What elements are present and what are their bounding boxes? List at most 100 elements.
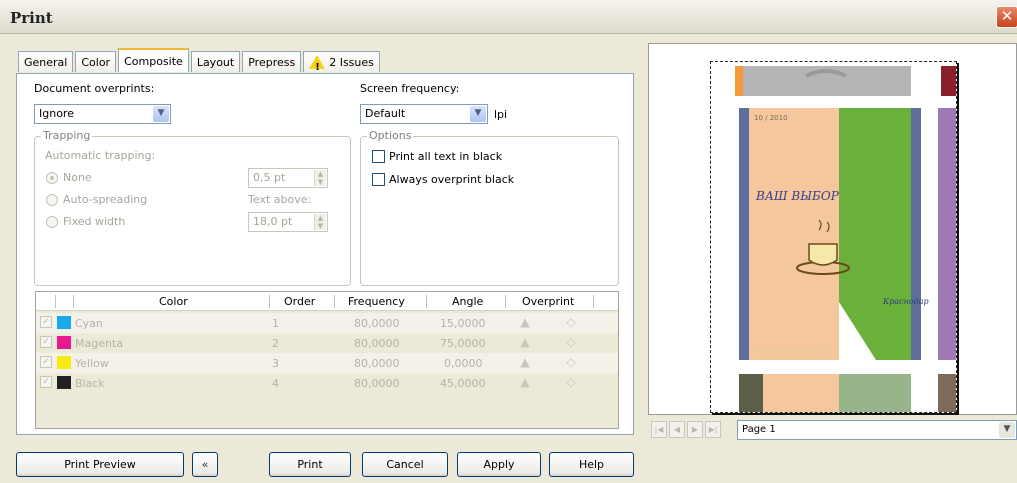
col-angle[interactable]: Angle (452, 295, 483, 308)
tab-strip: General Color Composite Layout Prepress … (18, 48, 382, 73)
first-page-icon[interactable]: |◀ (651, 421, 667, 438)
color-swatch (57, 336, 71, 349)
print-all-black-checkbox[interactable] (372, 150, 385, 163)
overprint-outline-icon[interactable]: ◇ (564, 375, 578, 389)
color-name: Magenta (75, 337, 124, 350)
overprint-fill-icon[interactable]: ▲ (518, 315, 532, 329)
row-checkbox[interactable]: ✓ (40, 336, 52, 348)
cover-date: 10 / 2010 (754, 114, 788, 122)
overprint-black-checkbox[interactable] (372, 173, 385, 186)
doc-overprints-value: Ignore (39, 107, 74, 120)
color-angle: 75,0000 (440, 337, 486, 350)
screen-frequency-unit: lpi (494, 108, 508, 121)
trapping-title: Trapping (41, 129, 93, 142)
radio-auto-spreading-label: Auto-spreading (63, 193, 148, 206)
cover-bottom-text: ГРАНИ КОНСТРУКТОРА (753, 350, 830, 356)
screen-frequency-select[interactable]: Default ▼ (360, 104, 488, 124)
overprint-fill-icon[interactable]: ▲ (518, 355, 532, 369)
col-overprint[interactable]: Overprint (522, 295, 574, 308)
row-checkbox[interactable]: ✓ (40, 376, 52, 388)
tab-label: Color (81, 55, 111, 69)
next-page-icon[interactable]: ▶ (687, 421, 703, 438)
tab-label: Composite (124, 54, 183, 68)
color-frequency: 80,0000 (354, 377, 400, 390)
table-row[interactable]: ✓ Cyan 1 80,0000 15,0000 ▲ ◇ (36, 313, 618, 333)
screen-frequency-label: Screen frequency: (360, 82, 460, 95)
col-frequency[interactable]: Frequency (348, 295, 405, 308)
automatic-trapping-label: Automatic trapping: (45, 149, 156, 162)
tab-color[interactable]: Color (75, 51, 117, 72)
tab-label: 2 Issues (329, 55, 374, 69)
table-row[interactable]: ✓ Black 4 80,0000 45,0000 ▲ ◇ (36, 373, 618, 393)
screen-frequency-value: Default (365, 107, 406, 120)
doc-overprints-label: Document overprints: (34, 82, 155, 95)
overprint-black-label: Always overprint black (389, 173, 515, 186)
text-above-value: 18,0 pt (253, 215, 293, 228)
cancel-button[interactable]: Cancel (362, 452, 448, 477)
table-header: Color Order Frequency Angle Overprint (36, 292, 618, 311)
trap-width-value: 0,5 pt (253, 171, 286, 184)
warning-icon: ! (309, 55, 326, 73)
doc-overprints-select[interactable]: Ignore ▼ (34, 104, 171, 124)
radio-fixed-width[interactable] (46, 216, 58, 228)
col-order[interactable]: Order (284, 295, 315, 308)
radio-none[interactable] (46, 172, 58, 184)
window-title: Print (10, 9, 53, 27)
cover-caption: Краснодар (882, 297, 929, 306)
tab-issues[interactable]: ! 2 Issues (303, 51, 380, 73)
help-button[interactable]: Help (549, 452, 634, 477)
apply-button[interactable]: Apply (457, 452, 541, 477)
color-name: Cyan (75, 317, 103, 330)
double-chevron-left-icon[interactable]: « (192, 452, 218, 477)
color-name: Yellow (75, 357, 109, 370)
chevron-down-icon: ▼ (153, 106, 169, 122)
print-preview-button[interactable]: Print Preview (16, 452, 184, 477)
title-bar: Print ✕ (0, 0, 1017, 34)
tab-composite[interactable]: Composite (118, 48, 189, 72)
color-angle: 45,0000 (440, 377, 486, 390)
spinner-arrows-icon: ▲ ▼ (314, 214, 326, 230)
row-checkbox[interactable]: ✓ (40, 316, 52, 328)
row-checkbox[interactable]: ✓ (40, 356, 52, 368)
options-title: Options (367, 129, 414, 142)
tab-general[interactable]: General (18, 51, 74, 72)
composite-panel: Document overprints: Ignore ▼ Screen fre… (16, 73, 634, 435)
spinner-arrows-icon: ▲ ▼ (314, 170, 326, 186)
color-swatch (57, 316, 71, 329)
tab-prepress[interactable]: Prepress (242, 51, 302, 72)
overprint-outline-icon[interactable]: ◇ (564, 335, 578, 349)
print-preview-pane: 10 / 2010 ВАШ ВЫБОР Краснодар ГРАНИ КОНС… (648, 43, 1017, 415)
options-group: Options Print all text in black Always o… (360, 129, 619, 286)
page-select[interactable]: Page 1 ▼ (737, 420, 1017, 440)
tab-layout[interactable]: Layout (190, 51, 241, 72)
color-swatch (57, 376, 71, 389)
trap-width-spinner[interactable]: 0,5 pt ▲ ▼ (248, 168, 328, 188)
tab-label: Layout (196, 55, 235, 69)
color-order: 4 (272, 377, 279, 390)
overprint-outline-icon[interactable]: ◇ (564, 355, 578, 369)
tab-label: General (24, 55, 68, 69)
text-above-label: Text above: (248, 193, 312, 206)
col-color[interactable]: Color (159, 295, 188, 308)
overprint-fill-icon[interactable]: ▲ (518, 375, 532, 389)
chevron-down-icon: ▼ (999, 422, 1015, 438)
chevron-down-icon: ▼ (470, 106, 486, 122)
color-swatch (57, 356, 71, 369)
overprint-outline-icon[interactable]: ◇ (564, 315, 578, 329)
table-row[interactable]: ✓ Yellow 3 80,0000 0,0000 ▲ ◇ (36, 353, 618, 373)
page-preview[interactable]: 10 / 2010 ВАШ ВЫБОР Краснодар ГРАНИ КОНС… (710, 61, 957, 413)
table-row[interactable]: ✓ Magenta 2 80,0000 75,0000 ▲ ◇ (36, 333, 618, 353)
last-page-icon[interactable]: ▶| (705, 421, 721, 438)
print-all-black-label: Print all text in black (389, 150, 503, 163)
radio-fixed-width-label: Fixed width (63, 215, 126, 228)
radio-auto-spreading[interactable] (46, 194, 58, 206)
previous-page-icon[interactable]: ◀ (669, 421, 685, 438)
text-above-spinner[interactable]: 18,0 pt ▲ ▼ (248, 212, 328, 232)
page-select-value: Page 1 (742, 424, 776, 435)
color-name: Black (75, 377, 105, 390)
close-icon[interactable]: ✕ (996, 6, 1017, 28)
overprint-fill-icon[interactable]: ▲ (518, 335, 532, 349)
color-frequency: 80,0000 (354, 337, 400, 350)
print-button[interactable]: Print (269, 452, 351, 477)
cover-thumbnail: 10 / 2010 ВАШ ВЫБОР Краснодар ГРАНИ КОНС… (711, 62, 956, 412)
